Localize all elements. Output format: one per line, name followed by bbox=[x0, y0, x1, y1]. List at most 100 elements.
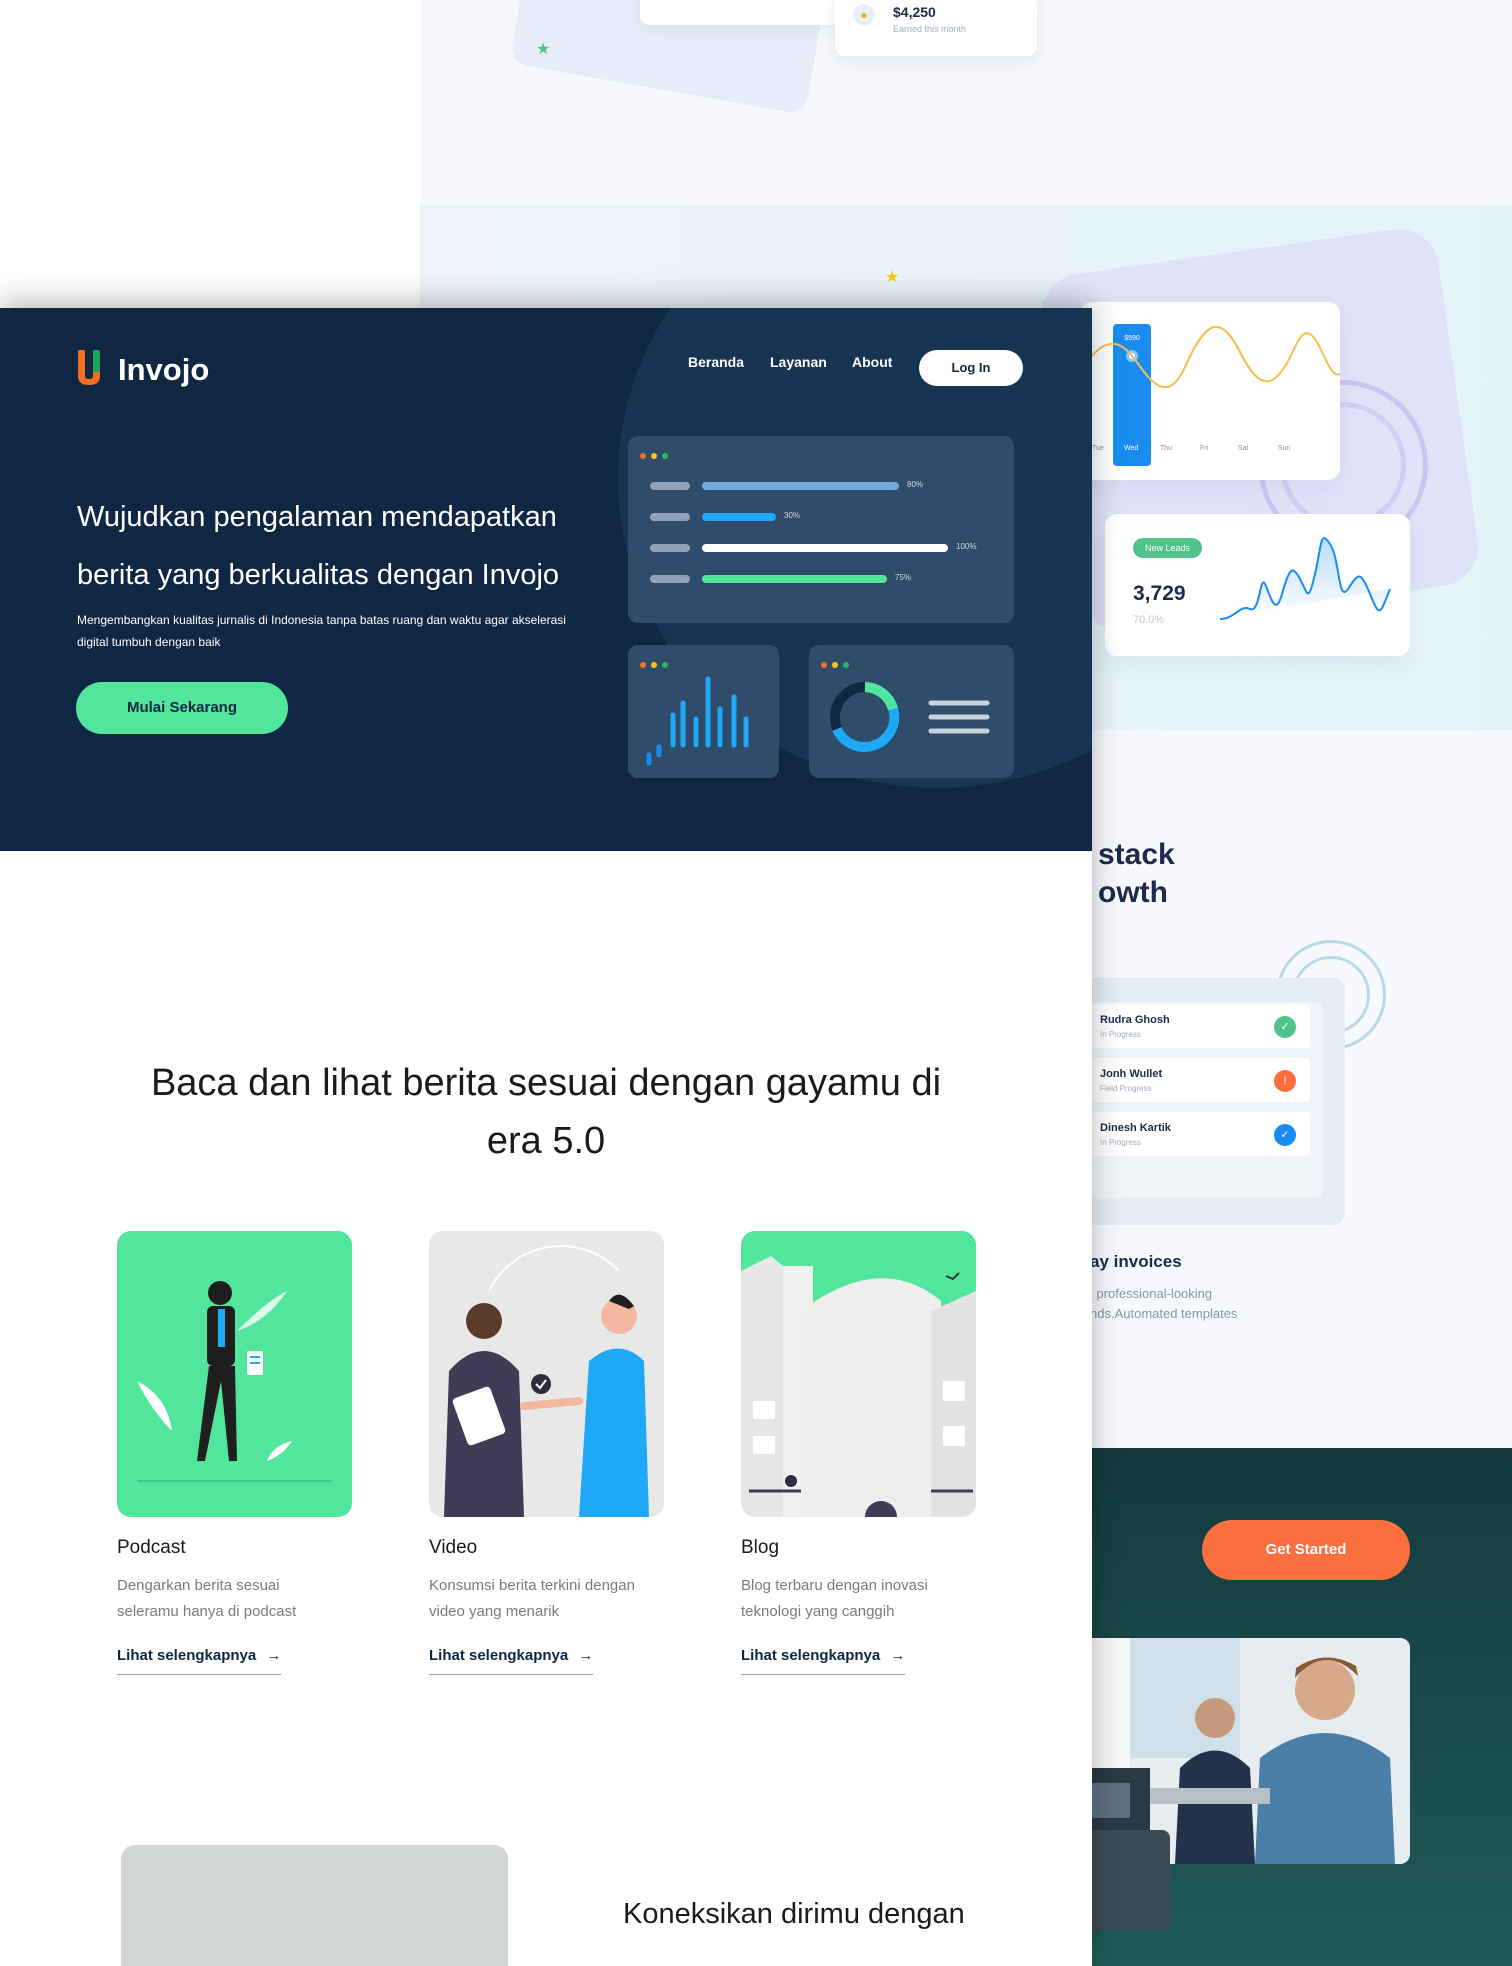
day-label: Fri bbox=[1200, 445, 1209, 452]
progress-dashboard: 80% 30% 100% 75% bbox=[628, 436, 1014, 623]
progress-bar bbox=[702, 575, 887, 583]
nav-item-beranda[interactable]: Beranda bbox=[688, 352, 744, 372]
get-started-button[interactable]: Get Started bbox=[1202, 1520, 1410, 1580]
day-label: Wed bbox=[1124, 445, 1138, 452]
blog-illustration bbox=[741, 1231, 976, 1517]
coin-icon: ● bbox=[853, 4, 875, 26]
progress-bar bbox=[702, 513, 776, 521]
service-card-video: Video Konsumsi berita terkini dengan vid… bbox=[429, 1231, 665, 1675]
service-card-blog: Blog Blog terbaru dengan inovasi teknolo… bbox=[741, 1231, 977, 1675]
leads-sparkline bbox=[1220, 537, 1391, 620]
bar-chart-icon bbox=[646, 676, 749, 766]
logo-text: Invojo bbox=[118, 352, 210, 387]
progress-label-placeholder bbox=[650, 544, 690, 552]
card-title: Blog bbox=[741, 1537, 780, 1558]
earnings-card: ● $4,250 Earned this month ··· bbox=[835, 0, 1037, 56]
leads-badge: New Leads bbox=[1133, 538, 1203, 558]
connect-title: Koneksikan dirimu dengan bbox=[623, 1898, 965, 1930]
see-more-link[interactable]: Lihat selengkapnya → bbox=[117, 1647, 282, 1675]
donut-chart-icon bbox=[830, 682, 990, 752]
task-list-card: Rudra Ghosh In Progress ✓ Jonh Wullet Fi… bbox=[1080, 978, 1345, 1225]
login-button[interactable]: Log In bbox=[919, 350, 1023, 386]
progress-label-placeholder bbox=[650, 575, 690, 583]
task-name: Dinesh Kartik bbox=[1100, 1122, 1171, 1134]
task-item: Dinesh Kartik In Progress ✓ bbox=[1090, 1112, 1310, 1156]
landing-page: Invojo Beranda Layanan About Log In Wuju… bbox=[0, 308, 1092, 1966]
link-label: Lihat selengkapnya bbox=[117, 1647, 257, 1664]
invoices-title: ay invoices bbox=[1090, 1252, 1182, 1271]
nav-item-about[interactable]: About bbox=[852, 352, 892, 372]
task-status: In Progress bbox=[1100, 1030, 1141, 1039]
day-label: Sat bbox=[1238, 445, 1249, 452]
check-icon: ✓ bbox=[1274, 1124, 1296, 1146]
progress-row: 75% bbox=[650, 573, 1010, 583]
window-dots bbox=[640, 655, 673, 673]
podcast-illustration bbox=[117, 1231, 352, 1517]
hero-section: Invojo Beranda Layanan About Log In Wuju… bbox=[0, 308, 1092, 851]
progress-row: 80% bbox=[650, 480, 1010, 490]
services-title: Baca dan lihat berita sesuai dengan gaya… bbox=[150, 1062, 942, 1162]
weekly-chart-card: $590 Tue Wed Thu Fri Sat Sun bbox=[1079, 302, 1341, 480]
task-status: Field Progress bbox=[1100, 1084, 1152, 1093]
see-more-link[interactable]: Lihat selengkapnya → bbox=[741, 1647, 906, 1675]
arrow-right-icon: → bbox=[578, 1647, 594, 1664]
link-label: Lihat selengkapnya bbox=[429, 1647, 569, 1664]
progress-label-placeholder bbox=[650, 482, 690, 490]
task-name: Rudra Ghosh bbox=[1100, 1014, 1170, 1026]
bar-chart-widget bbox=[628, 645, 779, 778]
hero-subtitle: Mengembangkan kualitas jurnalis di Indon… bbox=[77, 613, 566, 649]
more-icon: ··· bbox=[1012, 0, 1023, 2]
weekly-chart: $590 Tue Wed Thu Fri Sat Sun bbox=[1079, 324, 1341, 466]
video-illustration bbox=[429, 1231, 664, 1517]
invoices-description: l professional-looking nds.Automated tem… bbox=[1090, 1286, 1238, 1321]
task-item: Rudra Ghosh In Progress ✓ bbox=[1090, 1004, 1310, 1048]
see-more-link[interactable]: Lihat selengkapnya → bbox=[429, 1647, 594, 1675]
progress-value: 30% bbox=[784, 511, 801, 520]
donut-chart-widget bbox=[809, 645, 1014, 778]
progress-row: 100% bbox=[650, 542, 1010, 552]
leads-value: 3,729 bbox=[1133, 582, 1186, 605]
earnings-amount: $4,250 bbox=[893, 4, 936, 20]
leads-card: New Leads 3,729 70.0% bbox=[1105, 514, 1410, 656]
service-card-podcast: Podcast Dengarkan berita sesuai seleramu… bbox=[117, 1231, 353, 1675]
progress-value: 100% bbox=[956, 542, 977, 551]
window-dots bbox=[821, 655, 854, 673]
task-name: Jonh Wullet bbox=[1100, 1068, 1163, 1080]
day-label: Thu bbox=[1160, 445, 1172, 452]
card-description: Dengarkan berita sesuai seleramu hanya d… bbox=[117, 1577, 297, 1620]
start-now-button[interactable]: Mulai Sekarang bbox=[76, 682, 288, 734]
check-icon: ✓ bbox=[1274, 1016, 1296, 1038]
day-label: Sun bbox=[1278, 445, 1291, 452]
arrow-right-icon: → bbox=[266, 1647, 282, 1664]
progress-value: 75% bbox=[895, 573, 912, 582]
decor-card bbox=[640, 0, 840, 25]
task-item: Jonh Wullet Field Progress ! bbox=[1090, 1058, 1310, 1102]
card-title: Podcast bbox=[117, 1537, 186, 1558]
card-title: Video bbox=[429, 1537, 478, 1558]
star-icon: ★ bbox=[885, 269, 900, 286]
day-label: Tue bbox=[1092, 445, 1104, 452]
person-photo-illustration bbox=[121, 1845, 508, 1966]
nav-item-layanan[interactable]: Layanan bbox=[770, 352, 827, 372]
task-status: In Progress bbox=[1100, 1138, 1141, 1147]
star-icon: ★ bbox=[536, 41, 551, 58]
connect-photo bbox=[121, 1845, 508, 1966]
section-heading: stack owth bbox=[1098, 838, 1175, 909]
progress-label-placeholder bbox=[650, 513, 690, 521]
sparkline-path bbox=[1220, 537, 1391, 620]
card-description: Konsumsi berita terkini dengan video yan… bbox=[429, 1577, 635, 1620]
logo-icon bbox=[78, 350, 100, 385]
page: ● $4,250 Earned this month ··· ★ ★ $590 … bbox=[0, 0, 1512, 1966]
alert-icon: ! bbox=[1274, 1070, 1296, 1092]
hero-title: Wujudkan pengalaman mendapatkan berita y… bbox=[77, 501, 560, 591]
window-dots bbox=[640, 446, 673, 464]
arrow-right-icon: → bbox=[890, 1647, 906, 1664]
task-list: Rudra Ghosh In Progress ✓ Jonh Wullet Fi… bbox=[1080, 1002, 1322, 1198]
leads-percent: 70.0% bbox=[1133, 614, 1165, 626]
bar-value-label: $590 bbox=[1124, 335, 1140, 342]
progress-bar bbox=[702, 544, 948, 552]
progress-row: 30% bbox=[650, 511, 1010, 521]
card-description: Blog terbaru dengan inovasi teknologi ya… bbox=[741, 1577, 928, 1620]
link-label: Lihat selengkapnya bbox=[741, 1647, 881, 1664]
progress-bar bbox=[702, 482, 899, 490]
